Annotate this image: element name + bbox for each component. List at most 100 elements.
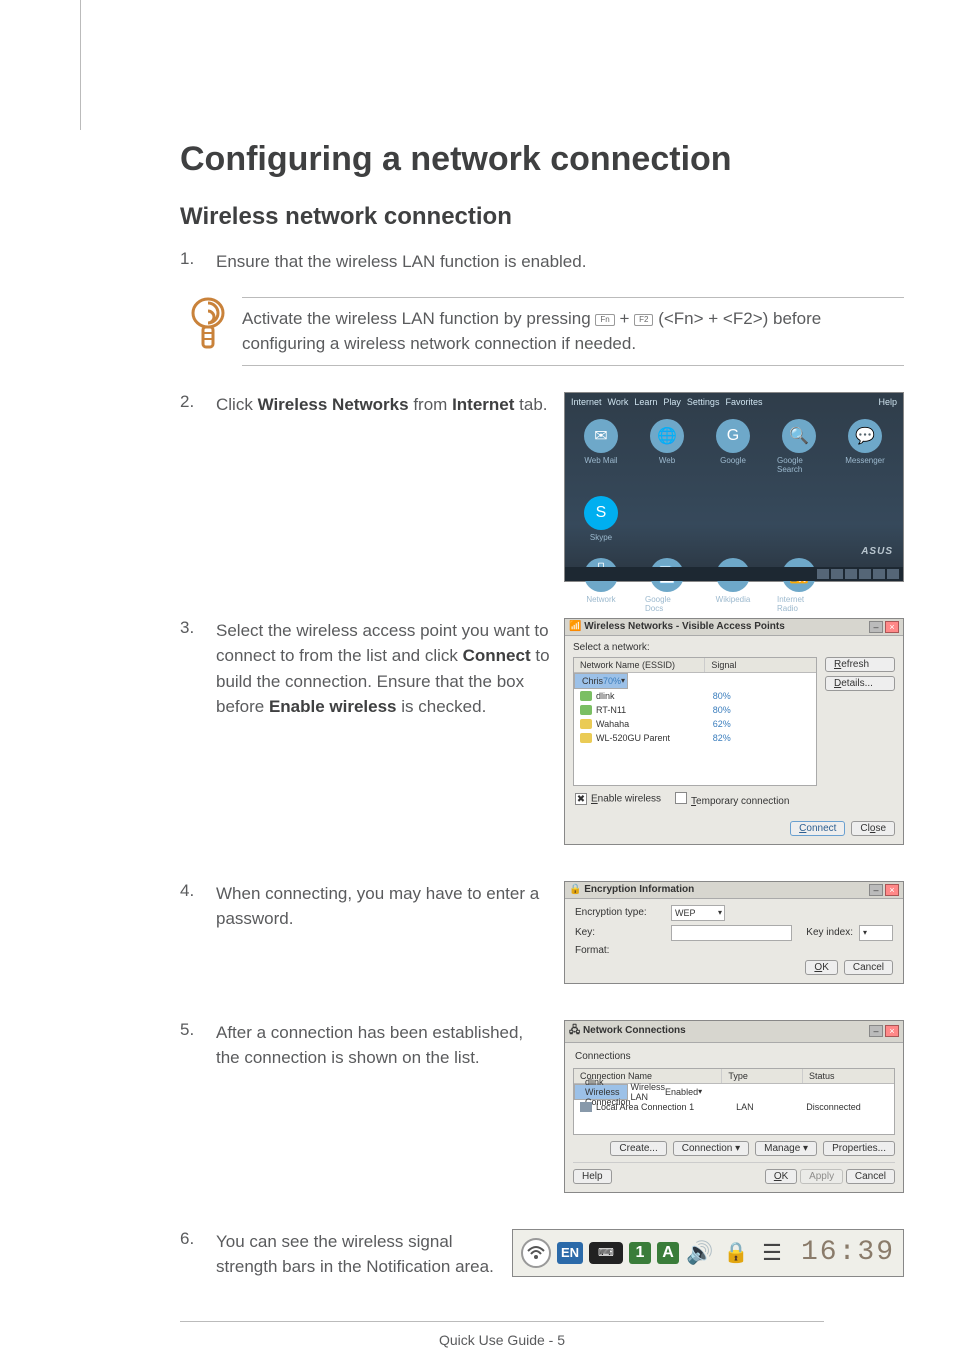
screenshot-desktop: Internet Work Learn Play Settings Favori…: [564, 392, 904, 582]
table-row[interactable]: Local Area Connection 1 LAN Disconnected: [574, 1100, 894, 1114]
connection-icon: [580, 1102, 592, 1112]
tab-settings[interactable]: Settings: [687, 397, 720, 407]
indicator-a[interactable]: A: [657, 1242, 679, 1264]
network-list[interactable]: Network Name (ESSID) Signal Chris70% dli…: [573, 657, 817, 786]
network-signal: 62%: [713, 719, 810, 729]
key-label: Key:: [575, 927, 665, 938]
table-row[interactable]: dlink Wireless Connection Wireless LAN E…: [574, 1084, 628, 1100]
close-button[interactable]: ×: [885, 1025, 899, 1037]
step-number: 3.: [180, 618, 216, 638]
key-index-select[interactable]: [859, 925, 893, 941]
close-button[interactable]: Close: [851, 821, 895, 836]
app-web[interactable]: 🌐Web: [645, 419, 689, 474]
cell-type: Wireless LAN: [631, 1082, 666, 1102]
help-button[interactable]: Help: [573, 1169, 612, 1184]
connect-button[interactable]: Connect: [790, 821, 845, 836]
network-signal: 80%: [713, 691, 810, 701]
ok-button[interactable]: OK: [805, 960, 837, 975]
refresh-button[interactable]: Refresh: [825, 657, 895, 672]
network-name: RT-N11: [596, 705, 713, 715]
window-title: 🔒 Encryption Information: [569, 884, 694, 895]
help-link[interactable]: Help: [878, 397, 897, 407]
f2-key-icon: F2: [634, 314, 653, 327]
network-row[interactable]: Chris70%: [574, 673, 628, 689]
step-number: 4.: [180, 881, 216, 901]
enable-wireless-checkbox[interactable]: ✖: [575, 793, 587, 805]
app-google-search[interactable]: 🔍Google Search: [777, 419, 821, 474]
step-text: When connecting, you may have to enter a…: [216, 881, 564, 932]
connections-menu[interactable]: Connections: [573, 1049, 895, 1068]
details-button[interactable]: Details...: [825, 676, 895, 691]
ok-button[interactable]: OK: [765, 1169, 797, 1184]
tab-learn[interactable]: Learn: [634, 397, 657, 407]
network-row[interactable]: dlink80%: [574, 689, 816, 703]
lock-icon[interactable]: 🔒: [721, 1238, 751, 1268]
column-network-name: Network Name (ESSID): [574, 658, 705, 672]
close-button[interactable]: ×: [885, 621, 899, 633]
volume-icon[interactable]: 🔊: [685, 1238, 715, 1268]
app-label: Google Search: [777, 456, 821, 474]
network-row[interactable]: Wahaha62%: [574, 717, 816, 731]
app-label: Google: [720, 456, 746, 465]
text-bold: Connect: [463, 646, 531, 665]
network-name: dlink: [596, 691, 713, 701]
wifi-icon: [580, 733, 592, 743]
note-box: Activate the wireless LAN function by pr…: [180, 297, 904, 366]
app-skype[interactable]: SSkype: [579, 496, 623, 542]
tab-favorites[interactable]: Favorites: [725, 397, 762, 407]
app-label: Network: [586, 595, 615, 604]
minimize-button[interactable]: –: [869, 1025, 883, 1037]
app-label: Wikipedia: [716, 595, 751, 604]
app-label: Web: [659, 456, 675, 465]
app-label: Skype: [590, 533, 612, 542]
cancel-button[interactable]: Cancel: [844, 960, 893, 975]
page-title: Configuring a network connection: [180, 140, 904, 179]
section-title: Wireless network connection: [180, 203, 904, 231]
step-text: Ensure that the wireless LAN function is…: [216, 249, 904, 275]
minimize-button[interactable]: –: [869, 884, 883, 896]
language-indicator[interactable]: EN: [557, 1242, 583, 1264]
create-button[interactable]: Create...: [610, 1141, 666, 1156]
app-web-mail[interactable]: ✉Web Mail: [579, 419, 623, 474]
manage-menu-button[interactable]: Manage ▾: [755, 1141, 817, 1156]
encryption-type-select[interactable]: WEP: [671, 905, 725, 921]
temporary-connection-checkbox[interactable]: [675, 792, 687, 804]
apply-button: Apply: [800, 1169, 843, 1184]
text-fragment: is checked.: [401, 697, 486, 716]
tab-play[interactable]: Play: [663, 397, 681, 407]
app-label: Messenger: [845, 456, 885, 465]
key-input[interactable]: [671, 925, 792, 941]
cancel-button[interactable]: Cancel: [846, 1169, 895, 1184]
close-button[interactable]: ×: [885, 884, 899, 896]
text-fragment: Click: [216, 395, 258, 414]
step-number: 2.: [180, 392, 216, 412]
wifi-signal-icon[interactable]: [521, 1238, 551, 1268]
app-label: Internet Radio: [777, 595, 821, 613]
screenshot-wireless-networks: 📶 Wireless Networks - Visible Access Poi…: [564, 618, 904, 845]
tab-internet[interactable]: Internet: [571, 397, 602, 407]
properties-button[interactable]: Properties...: [823, 1141, 895, 1156]
network-row[interactable]: WL-520GU Parent82%: [574, 731, 816, 745]
column-signal: Signal: [705, 658, 816, 672]
cell-status: Enabled: [665, 1087, 698, 1097]
network-row[interactable]: RT-N1180%: [574, 703, 816, 717]
text-bold: Wireless Networks: [258, 395, 409, 414]
column-type: Type: [722, 1069, 803, 1083]
minimize-button[interactable]: –: [869, 621, 883, 633]
text-bold: Internet: [452, 395, 514, 414]
enable-wireless-label: nable wireless: [598, 794, 661, 805]
network-signal: 82%: [713, 733, 810, 743]
app-label: Google Docs: [645, 595, 689, 613]
wifi-icon: [580, 719, 592, 729]
indicator-one[interactable]: 1: [629, 1242, 651, 1264]
cell-status: Disconnected: [806, 1102, 888, 1112]
tab-work[interactable]: Work: [608, 397, 629, 407]
menu-icon[interactable]: ☰: [757, 1238, 787, 1268]
step-text: Select the wireless access point you wan…: [216, 618, 564, 720]
app-google[interactable]: GGoogle: [711, 419, 755, 474]
connection-menu-button[interactable]: Connection ▾: [673, 1141, 749, 1156]
app-messenger[interactable]: 💬Messenger: [843, 419, 887, 474]
keyboard-icon[interactable]: ⌨: [589, 1242, 623, 1264]
step-number: 1.: [180, 249, 216, 269]
connections-table: Connection Name Type Status dlink Wirele…: [573, 1068, 895, 1135]
